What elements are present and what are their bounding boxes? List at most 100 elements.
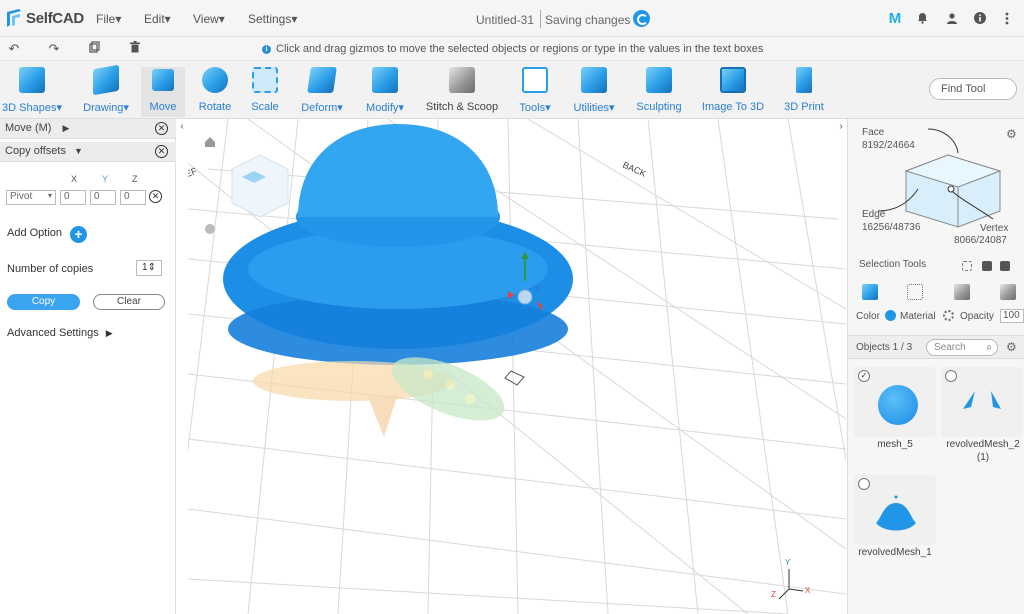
view-cube[interactable]	[231, 154, 289, 218]
tool-3d-shapes[interactable]: 3D Shapes▾	[2, 67, 62, 117]
offset-x-input[interactable]: 0	[60, 190, 86, 205]
tool-label: Sculpting	[636, 101, 682, 113]
objects-search-input[interactable]: Search ⌕	[926, 339, 998, 356]
copy-icon[interactable]	[86, 41, 102, 57]
copy-button[interactable]: Copy	[7, 294, 80, 310]
tool-scale[interactable]: Scale	[250, 67, 280, 117]
object-card-revolvedmesh-2[interactable]	[941, 367, 1023, 437]
add-option-button[interactable]: +	[70, 226, 87, 243]
edge-select-icon[interactable]	[954, 284, 970, 300]
print-icon	[796, 67, 812, 93]
scene-canvas[interactable]: BACK LEF Y X Z	[188, 119, 846, 614]
home-icon[interactable]	[205, 137, 215, 147]
bell-icon[interactable]	[914, 10, 930, 26]
3d-viewport[interactable]: BACK LEF Y X Z	[188, 119, 846, 614]
redo-icon[interactable]: ↷	[46, 41, 62, 57]
expand-arrow-icon: ▶	[105, 328, 113, 338]
hint-message: i Click and drag gizmos to move the sele…	[262, 43, 763, 55]
pivot-marker[interactable]	[504, 370, 525, 386]
selfcad-logo-icon	[7, 9, 21, 27]
tool-drawing[interactable]: Drawing▾	[80, 64, 132, 117]
document-title[interactable]: Untitled-31	[476, 13, 534, 27]
search-placeholder: Search	[934, 342, 966, 353]
collapse-left-panel-icon[interactable]: ‹	[176, 121, 188, 135]
info-dot-icon: i	[262, 44, 271, 54]
stitch-icon	[449, 67, 475, 93]
radio-icon[interactable]	[858, 478, 870, 490]
close-copy-offsets-icon[interactable]: ✕	[155, 145, 168, 158]
copy-offsets-title: Copy offsets	[5, 145, 66, 157]
image-icon	[720, 67, 746, 93]
paint-select-icon[interactable]	[1000, 261, 1010, 271]
radio-icon[interactable]	[945, 370, 957, 382]
tool-stitch-scoop[interactable]: Stitch & Scoop	[426, 67, 498, 117]
blue-ufo-object[interactable]	[223, 124, 573, 365]
more-icon[interactable]	[999, 10, 1015, 26]
axis-x-label: X	[71, 174, 78, 184]
collapse-right-panel-icon[interactable]: ›	[835, 121, 847, 135]
gear-icon[interactable]: ⚙	[1006, 127, 1017, 141]
rotate-icon	[202, 67, 228, 93]
object-sub: (1)	[976, 452, 990, 463]
modify-icon	[372, 67, 398, 93]
object-card-revolvedmesh-1[interactable]	[854, 475, 936, 545]
opacity-input[interactable]: 100	[1000, 309, 1024, 323]
object-card-mesh-5[interactable]: ✓	[854, 367, 936, 437]
material-label: Material	[900, 311, 936, 322]
find-tool-input[interactable]: Find Tool	[929, 78, 1017, 100]
tool-rotate[interactable]: Rotate	[196, 67, 234, 117]
selection-mode-cube[interactable]	[848, 119, 1024, 249]
tool-3d-print[interactable]: 3D Print	[782, 67, 826, 117]
pivot-select[interactable]: Pivot ▾	[6, 190, 56, 205]
material-icon[interactable]	[943, 310, 954, 321]
tool-modify[interactable]: Modify▾	[363, 67, 407, 117]
tool-label: Deform▾	[301, 102, 343, 114]
menu-settings[interactable]: Settings▾	[248, 12, 297, 26]
vertex-select-icon[interactable]	[907, 284, 923, 300]
color-swatch[interactable]	[885, 310, 896, 321]
revolvedmesh-1-thumbnail	[876, 495, 916, 531]
mesh-5-thumbnail	[878, 385, 918, 425]
tool-utilities[interactable]: Utilities▾	[571, 67, 617, 117]
objects-header: Objects 1 / 3 Search ⌕ ⚙	[848, 335, 1024, 359]
opacity-label: Opacity	[960, 311, 994, 322]
info-icon[interactable]	[972, 10, 988, 26]
user-initial[interactable]: M	[887, 10, 903, 27]
face-select-icon[interactable]	[1000, 284, 1016, 300]
delete-icon[interactable]	[127, 41, 143, 57]
offset-y-input[interactable]: 0	[90, 190, 116, 205]
number-of-copies-input[interactable]: 1⇕	[136, 260, 162, 276]
tool-image-to-3d[interactable]: Image To 3D	[702, 67, 764, 117]
advanced-settings-toggle[interactable]: Advanced Settings ▶	[7, 327, 113, 339]
move-panel-header[interactable]: Move (M) ▶ ✕	[0, 119, 176, 139]
close-move-icon[interactable]: ✕	[155, 122, 168, 135]
copies-value: 1	[142, 262, 148, 273]
menu-file[interactable]: File▾	[96, 12, 121, 26]
offset-z-input[interactable]: 0	[120, 190, 146, 205]
check-icon[interactable]: ✓	[858, 370, 870, 382]
copy-offsets-header[interactable]: Copy offsets ▼ ✕	[0, 142, 176, 162]
logo[interactable]: SelfCAD	[5, 8, 84, 28]
gear-icon[interactable]: ⚙	[1006, 340, 1017, 354]
lasso-select-icon[interactable]	[982, 261, 992, 271]
tool-move[interactable]: Move	[141, 67, 185, 117]
object-select-icon[interactable]	[862, 284, 878, 300]
axis-x-letter: X	[805, 586, 811, 595]
clear-button[interactable]: Clear	[93, 294, 165, 310]
collapse-arrow-icon: ▼	[74, 146, 83, 156]
undo-icon[interactable]: ↶	[6, 41, 22, 57]
tool-label: Rotate	[198, 101, 232, 113]
tool-deform[interactable]: Deform▾	[298, 67, 346, 117]
zoom-fit-icon[interactable]	[205, 224, 215, 234]
menu-view[interactable]: View▾	[193, 12, 225, 26]
cube-icon	[19, 67, 45, 93]
user-icon[interactable]	[944, 10, 960, 26]
tool-sculpting[interactable]: Sculpting	[635, 67, 683, 117]
reset-offset-icon[interactable]: ✕	[149, 190, 162, 203]
axis-y-letter: Y	[785, 558, 791, 567]
menu-edit[interactable]: Edit▾	[144, 12, 171, 26]
tool-tools[interactable]: Tools▾	[516, 67, 554, 117]
advanced-settings-label: Advanced Settings	[7, 327, 99, 339]
box-select-icon[interactable]	[962, 261, 972, 271]
number-of-copies-label: Number of copies	[7, 263, 94, 275]
